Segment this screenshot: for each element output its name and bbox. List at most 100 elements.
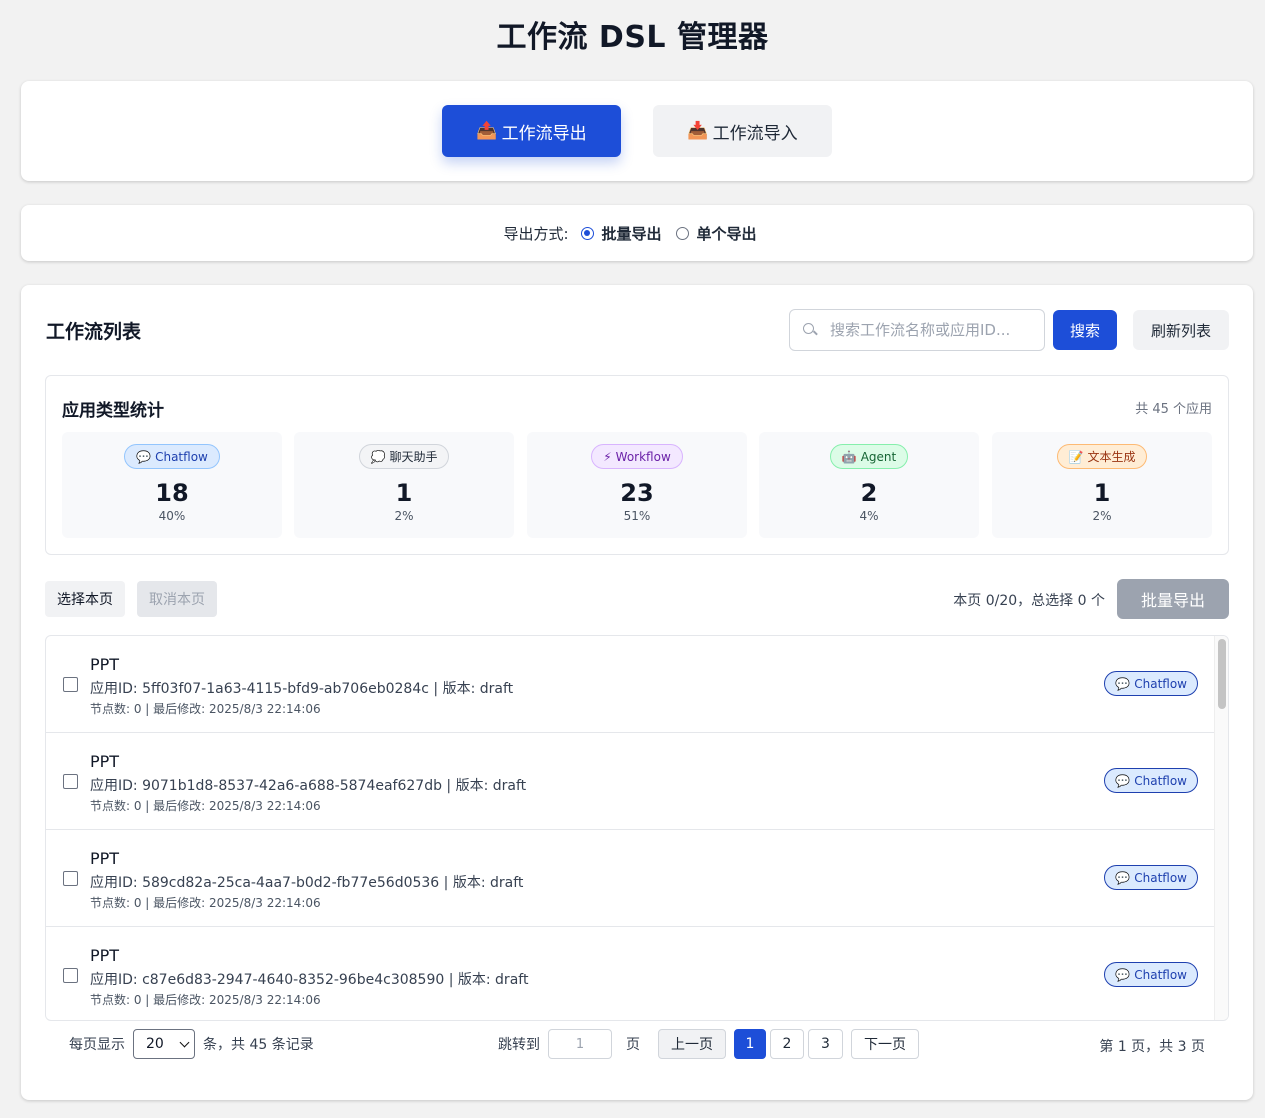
page-size-value: 20 xyxy=(146,1036,164,1052)
export-mode-label: 导出方式: xyxy=(503,224,569,243)
stat-percent: 2% xyxy=(394,509,414,523)
radio-bulk-export[interactable]: 批量导出 xyxy=(580,223,662,244)
workflow-meta: 应用ID: 9071b1d8-8537-42a6-a688-5874eaf627… xyxy=(90,778,527,794)
row-checkbox[interactable] xyxy=(63,871,78,886)
tab-export-label: 工作流导出 xyxy=(501,123,587,144)
stat-card-chat-assistant: 💭 聊天助手 1 2% xyxy=(294,432,514,538)
list-item: PPT 应用ID: 589cd82a-25ca-4aa7-b0d2-fb77e5… xyxy=(46,830,1214,927)
section-title: 工作流列表 xyxy=(46,321,142,343)
scrollbar-thumb[interactable] xyxy=(1218,639,1226,709)
jump-label: 跳转到 xyxy=(498,1037,540,1053)
search-box[interactable] xyxy=(789,309,1045,351)
search-input[interactable] xyxy=(830,321,1040,339)
stat-count: 2 xyxy=(860,479,878,507)
type-badge-label: Chatflow xyxy=(1134,870,1187,885)
workflow-meta: 应用ID: 589cd82a-25ca-4aa7-b0d2-fb77e56d05… xyxy=(90,875,524,891)
stat-card-text-generation: 📝 文本生成 1 2% xyxy=(992,432,1212,538)
workflow-list-card: 工作流列表 搜索 刷新列表 应用类型统计 共 45 个应用 💬 Chatflow… xyxy=(21,285,1253,1100)
page-title: 工作流 DSL 管理器 xyxy=(496,20,769,55)
radio-single-input[interactable] xyxy=(675,226,689,240)
refresh-list-button[interactable]: 刷新列表 xyxy=(1133,310,1229,350)
inbox-icon: 📥 xyxy=(687,121,709,141)
row-checkbox[interactable] xyxy=(63,774,78,789)
type-badge: 💬 Chatflow xyxy=(1104,768,1198,793)
page-button-3[interactable]: 3 xyxy=(808,1029,843,1059)
unselect-page-button[interactable]: 取消本页 xyxy=(137,581,217,617)
workflow-details: 节点数: 0 | 最后修改: 2025/8/3 22:14:06 xyxy=(90,896,321,910)
workflow-details: 节点数: 0 | 最后修改: 2025/8/3 22:14:06 xyxy=(90,702,321,716)
stats-title: 应用类型统计 xyxy=(62,401,164,421)
lightning-icon: ⚡ xyxy=(603,449,612,464)
list-item: PPT 应用ID: 9071b1d8-8537-42a6-a688-5874ea… xyxy=(46,733,1214,830)
jump-page-input[interactable]: 1 xyxy=(548,1029,612,1059)
app-type-stats: 应用类型统计 共 45 个应用 💬 Chatflow 18 40% 💭 聊天助手… xyxy=(45,375,1229,555)
stat-label: Chatflow xyxy=(155,449,208,464)
type-badge-label: Chatflow xyxy=(1134,676,1187,691)
workflow-meta: 应用ID: c87e6d83-2947-4640-8352-96be4c3085… xyxy=(90,972,529,988)
row-checkbox[interactable] xyxy=(63,677,78,692)
page-button-2[interactable]: 2 xyxy=(770,1029,804,1059)
speech-bubble-icon: 💬 xyxy=(1115,870,1131,885)
selection-info: 本页 0/20，总选择 0 个 xyxy=(953,593,1105,609)
list-item: PPT 应用ID: c87e6d83-2947-4640-8352-96be4c… xyxy=(46,927,1214,1020)
page-jump: 跳转到 1 页 xyxy=(498,1029,640,1059)
list-scrollbar[interactable] xyxy=(1214,636,1228,1020)
record-count: 条，共 45 条记录 xyxy=(203,1037,314,1053)
workflow-name: PPT xyxy=(90,752,120,771)
stat-badge-text-generation: 📝 文本生成 xyxy=(1056,444,1148,469)
stat-card-workflow: ⚡ Workflow 23 51% xyxy=(527,432,747,538)
row-checkbox[interactable] xyxy=(63,968,78,983)
radio-single-export[interactable]: 单个导出 xyxy=(675,223,757,244)
tab-import[interactable]: 📥 工作流导入 xyxy=(653,105,832,157)
speech-bubble-icon: 💬 xyxy=(1115,676,1131,691)
stats-total: 共 45 个应用 xyxy=(1135,402,1212,417)
page-button-1[interactable]: 1 xyxy=(734,1029,766,1059)
workflow-name: PPT xyxy=(90,655,120,674)
radio-bulk-input[interactable] xyxy=(580,226,594,240)
search-button[interactable]: 搜索 xyxy=(1053,310,1117,350)
stat-label: 文本生成 xyxy=(1087,450,1136,464)
stat-label: 聊天助手 xyxy=(389,450,438,464)
stat-badge-workflow: ⚡ Workflow xyxy=(591,444,683,469)
stat-card-agent: 🤖 Agent 2 4% xyxy=(759,432,979,538)
thought-bubble-icon: 💭 xyxy=(370,449,386,464)
select-page-button[interactable]: 选择本页 xyxy=(45,581,125,617)
tab-export[interactable]: 📤 工作流导出 xyxy=(442,105,621,157)
page-size-control: 每页显示 20 条，共 45 条记录 xyxy=(69,1029,314,1059)
type-badge: 💬 Chatflow xyxy=(1104,671,1198,696)
type-badge: 💬 Chatflow xyxy=(1104,962,1198,987)
workflow-details: 节点数: 0 | 最后修改: 2025/8/3 22:14:06 xyxy=(90,993,321,1007)
workflow-name: PPT xyxy=(90,849,120,868)
stat-label: Agent xyxy=(860,449,897,464)
stat-percent: 51% xyxy=(623,509,651,523)
stat-percent: 40% xyxy=(158,509,186,523)
radio-bulk-label: 批量导出 xyxy=(601,224,662,243)
chevron-down-icon xyxy=(179,1037,190,1047)
stat-count: 1 xyxy=(1093,479,1111,507)
list-item: PPT 应用ID: 5ff03f07-1a63-4115-bfd9-ab706e… xyxy=(46,636,1214,733)
stat-count: 23 xyxy=(620,479,654,507)
type-badge-label: Chatflow xyxy=(1134,773,1187,788)
stat-percent: 4% xyxy=(859,509,879,523)
stat-percent: 2% xyxy=(1092,509,1112,523)
export-mode-card: 导出方式: 批量导出 单个导出 xyxy=(21,205,1253,261)
next-page-button[interactable]: 下一页 xyxy=(851,1029,919,1059)
type-badge-label: Chatflow xyxy=(1134,967,1187,982)
robot-icon: 🤖 xyxy=(841,449,857,464)
speech-bubble-icon: 💬 xyxy=(1115,773,1131,788)
page-size-select[interactable]: 20 xyxy=(133,1029,195,1059)
stat-badge-chat-assistant: 💭 聊天助手 xyxy=(358,444,450,469)
page-summary: 第 1 页，共 3 页 xyxy=(1099,1039,1205,1055)
jump-suffix: 页 xyxy=(626,1037,640,1053)
speech-bubble-icon: 💬 xyxy=(136,449,152,464)
outbox-icon: 📤 xyxy=(476,121,498,141)
stat-badge-agent: 🤖 Agent xyxy=(829,444,909,469)
per-page-label: 每页显示 xyxy=(69,1037,125,1053)
bulk-export-button[interactable]: 批量导出 xyxy=(1117,579,1229,619)
prev-page-button[interactable]: 上一页 xyxy=(658,1029,726,1059)
radio-single-label: 单个导出 xyxy=(696,224,757,243)
tab-import-label: 工作流导入 xyxy=(712,123,798,144)
workflow-details: 节点数: 0 | 最后修改: 2025/8/3 22:14:06 xyxy=(90,799,321,813)
speech-bubble-icon: 💬 xyxy=(1115,967,1131,982)
pagination: 每页显示 20 条，共 45 条记录 跳转到 1 页 上一页 1 2 3 下一页… xyxy=(21,1029,1253,1069)
